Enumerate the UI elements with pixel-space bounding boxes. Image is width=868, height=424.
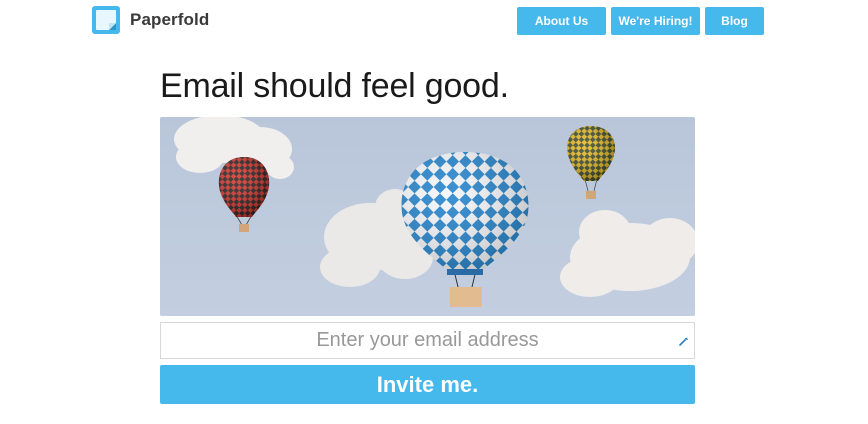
about-us-button[interactable]: About Us xyxy=(517,7,606,35)
invite-me-button[interactable]: Invite me. xyxy=(160,365,695,404)
hot-air-balloons-illustration xyxy=(160,117,695,316)
autofill-key-icon[interactable] xyxy=(679,336,689,346)
brand-name: Paperfold xyxy=(130,10,210,29)
hero-image xyxy=(160,117,695,316)
blog-button[interactable]: Blog xyxy=(705,7,764,35)
hiring-button[interactable]: We're Hiring! xyxy=(611,7,700,35)
email-field-container xyxy=(160,322,695,359)
page-headline: Email should feel good. xyxy=(160,67,509,105)
paperfold-logo-icon xyxy=(92,6,120,34)
brand[interactable]: Paperfold xyxy=(91,5,209,35)
email-input[interactable] xyxy=(161,323,694,358)
